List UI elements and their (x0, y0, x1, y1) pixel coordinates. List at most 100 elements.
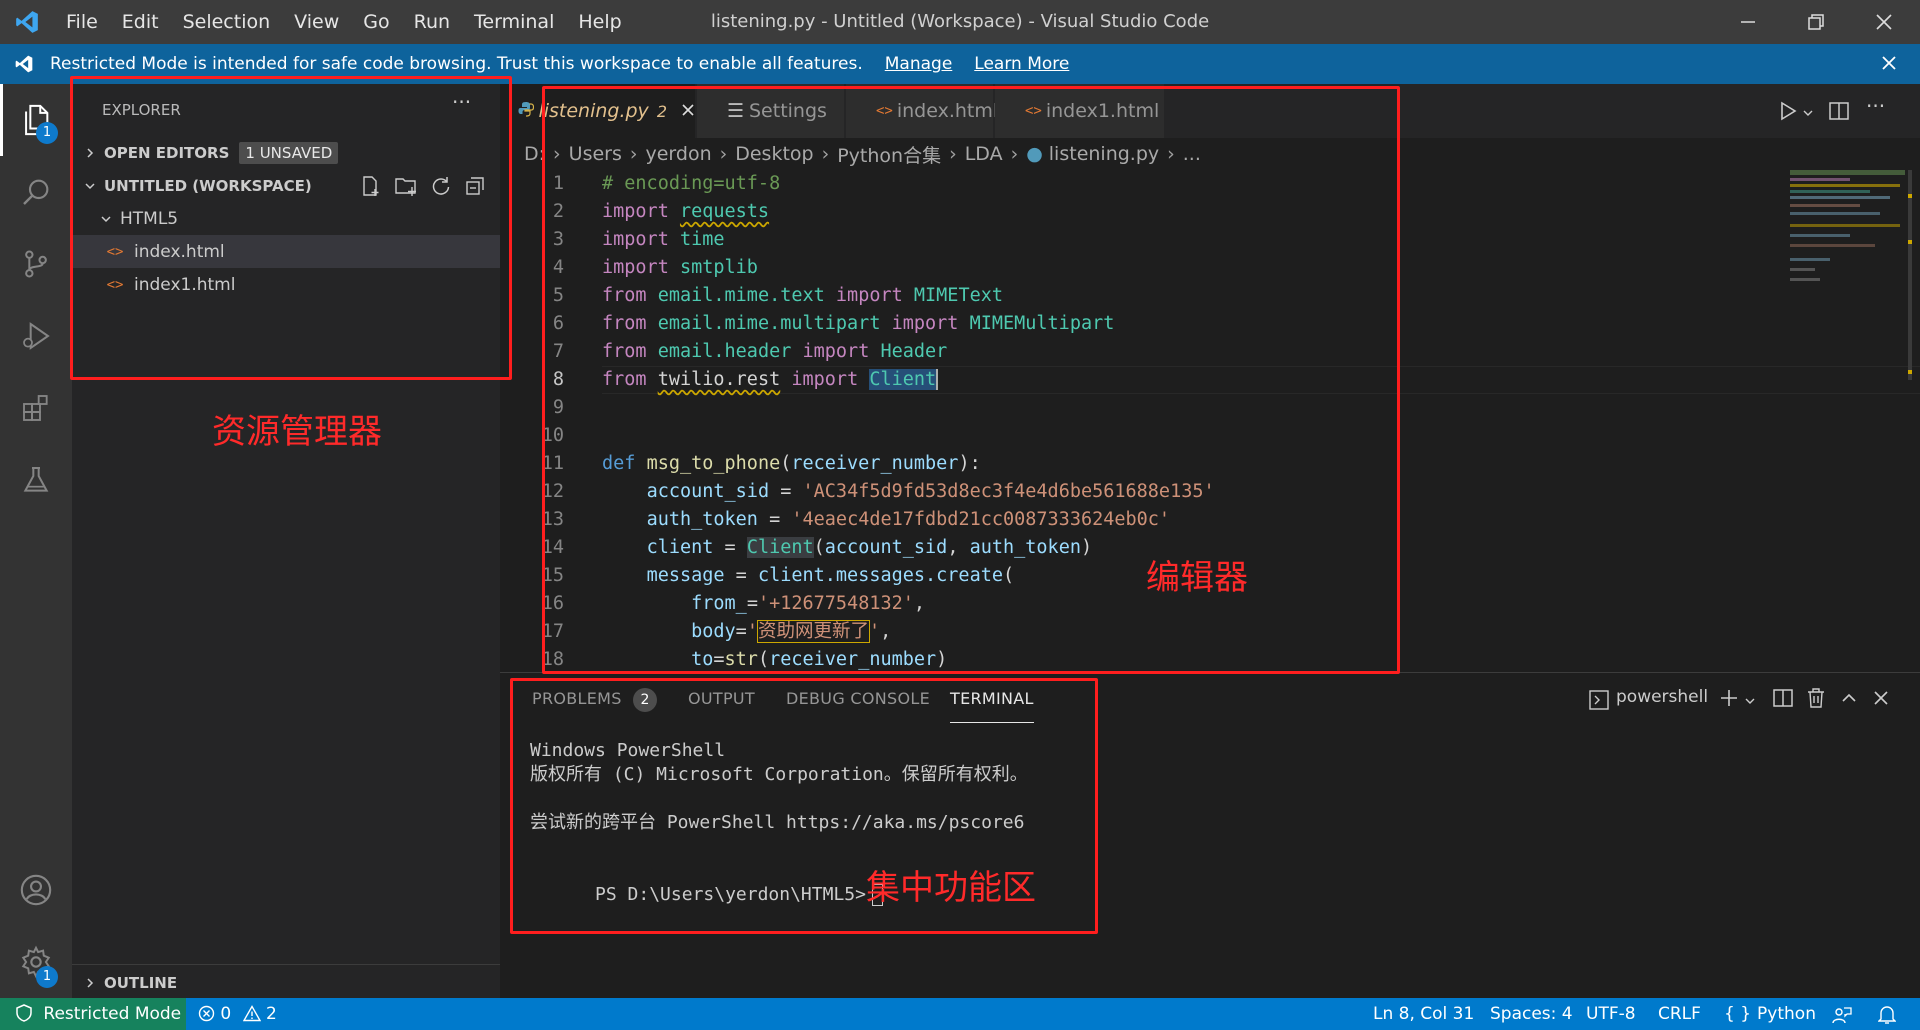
menu-go[interactable]: Go (351, 0, 401, 44)
code-line: 10 (541, 425, 564, 446)
eol-status[interactable]: CRLF (1658, 998, 1701, 1030)
code-line: 3 import time (552, 229, 725, 250)
restricted-mode-status[interactable]: Restricted Mode (0, 998, 186, 1030)
new-file-icon (363, 176, 379, 196)
chevron-up-icon (1842, 693, 1856, 702)
tab-index-html[interactable]: <> index.html (846, 84, 998, 138)
run-debug-activity[interactable] (0, 300, 72, 372)
new-folder-button[interactable] (394, 175, 418, 202)
editor-tabs: listening.py 2 ☰ Settings <> index.html … (500, 84, 1920, 138)
breadcrumb-item[interactable]: D: (524, 143, 545, 165)
split-editor-button[interactable] (1828, 100, 1850, 127)
collapse-all-icon (466, 177, 484, 195)
code-line: 5 from email.mime.text import MIMEText (552, 285, 1003, 306)
breadcrumb-item[interactable]: listening.py (1049, 143, 1159, 165)
more-actions-button[interactable]: ··· (452, 90, 471, 114)
activity-bar: 1 1 (0, 84, 72, 998)
tab-label: listening.py (538, 100, 649, 122)
breadcrumb-item[interactable]: ... (1183, 143, 1201, 165)
menu-help[interactable]: Help (566, 0, 633, 44)
menu-view[interactable]: View (282, 0, 351, 44)
language-mode-status[interactable]: { } Python (1724, 998, 1816, 1030)
terminal-shell-name[interactable]: powershell (1616, 687, 1708, 707)
menu-selection[interactable]: Selection (171, 0, 283, 44)
bottom-panel: PROBLEMS 2 OUTPUT DEBUG CONSOLE TERMINAL… (500, 672, 1920, 998)
folder-html5[interactable]: HTML5 (72, 202, 500, 235)
tab-problems[interactable]: PROBLEMS 2 (532, 673, 658, 725)
close-panel-button[interactable] (1872, 689, 1890, 712)
open-editors-label: OPEN EDITORS (104, 143, 230, 162)
kill-terminal-button[interactable] (1806, 687, 1826, 714)
braces-icon: { } (1724, 1004, 1752, 1024)
breadcrumb-item[interactable]: yerdon (645, 143, 711, 165)
breadcrumb-item[interactable]: LDA (965, 143, 1003, 165)
bell-icon (1877, 1006, 1897, 1024)
refresh-icon (432, 177, 450, 195)
code-line: 2 import requests (552, 201, 770, 222)
breadcrumb-item[interactable]: Python合集 (837, 141, 941, 168)
learn-more-link[interactable]: Learn More (974, 54, 1069, 74)
new-terminal-button[interactable] (1718, 687, 1740, 714)
restore-button[interactable] (1782, 0, 1850, 44)
menu-terminal[interactable]: Terminal (462, 0, 566, 44)
open-editors-section[interactable]: OPEN EDITORS 1 UNSAVED (72, 136, 500, 169)
close-window-button[interactable] (1850, 0, 1918, 44)
menu-run[interactable]: Run (402, 0, 462, 44)
accounts-activity[interactable] (0, 854, 72, 926)
close-icon (1876, 14, 1892, 30)
python-file-icon (518, 100, 538, 122)
breadcrumb-item[interactable]: Desktop (735, 143, 813, 165)
chevron-down-icon (1745, 698, 1755, 704)
problems-status[interactable]: 0 2 (198, 998, 277, 1030)
tab-listening-py[interactable]: listening.py 2 (500, 84, 696, 138)
indentation-status[interactable]: Spaces: 4 (1490, 998, 1573, 1030)
breadcrumb: D: › Users › yerdon › Desktop › Python合集 › LD… (500, 138, 1920, 170)
vscode-logo-icon (0, 0, 54, 44)
restricted-mode-banner: Restricted Mode is intended for safe cod… (0, 44, 1920, 84)
feedback-button[interactable] (1832, 1004, 1852, 1024)
maximize-panel-button[interactable] (1840, 689, 1858, 712)
tab-index1-html[interactable]: <> index1.html (995, 84, 1165, 138)
editor-more-button[interactable]: ··· (1866, 94, 1885, 118)
manage-activity[interactable]: 1 (0, 926, 72, 998)
cursor-position-status[interactable]: Ln 8, Col 31 (1373, 998, 1474, 1030)
outline-section[interactable]: OUTLINE (72, 966, 500, 999)
minimize-icon (1741, 21, 1755, 23)
run-options-dropdown[interactable] (1802, 104, 1814, 124)
refresh-explorer-button[interactable] (430, 175, 452, 202)
tab-settings[interactable]: ☰ Settings (697, 84, 845, 138)
minimize-button[interactable] (1714, 0, 1782, 44)
breadcrumb-item[interactable]: Users (569, 143, 622, 165)
source-control-activity[interactable] (0, 228, 72, 300)
file-index-html[interactable]: <> index.html (72, 235, 500, 268)
feedback-icon (1832, 1007, 1852, 1024)
extensions-activity[interactable] (0, 372, 72, 444)
tab-terminal[interactable]: TERMINAL (950, 673, 1034, 723)
manage-link[interactable]: Manage (885, 54, 953, 74)
split-editor-icon (1829, 102, 1849, 120)
collapse-folders-button[interactable] (464, 175, 486, 202)
minimap[interactable] (1790, 170, 1905, 310)
tab-debug-console[interactable]: DEBUG CONSOLE (786, 673, 930, 725)
close-tab-button[interactable] (681, 100, 695, 122)
menu-edit[interactable]: Edit (110, 0, 171, 44)
terminal-profile-dropdown[interactable] (1744, 692, 1756, 712)
run-file-button[interactable] (1778, 100, 1798, 127)
file-index1-html[interactable]: <> index1.html (72, 268, 500, 301)
notifications-button[interactable] (1877, 1004, 1897, 1024)
tab-label: PROBLEMS (532, 689, 622, 708)
menu-file[interactable]: File (54, 0, 110, 44)
plus-icon (1721, 690, 1737, 706)
terminal-line: 尝试新的跨平台 PowerShell https://aka.ms/pscore… (530, 812, 1025, 833)
new-file-button[interactable] (360, 175, 382, 202)
search-activity[interactable] (0, 156, 72, 228)
explorer-activity[interactable]: 1 (0, 84, 72, 156)
code-line: 17 body='资助网更新了', (541, 620, 892, 643)
tab-output[interactable]: OUTPUT (688, 673, 755, 725)
settings-lines-icon: ☰ (727, 100, 745, 122)
split-terminal-button[interactable] (1772, 687, 1794, 714)
encoding-status[interactable]: UTF-8 (1586, 998, 1636, 1030)
terminal-output[interactable]: Windows PowerShell 版权所有 (C) Microsoft Co… (500, 729, 1920, 999)
dismiss-banner-button[interactable] (1880, 54, 1898, 77)
testing-activity[interactable] (0, 444, 72, 516)
